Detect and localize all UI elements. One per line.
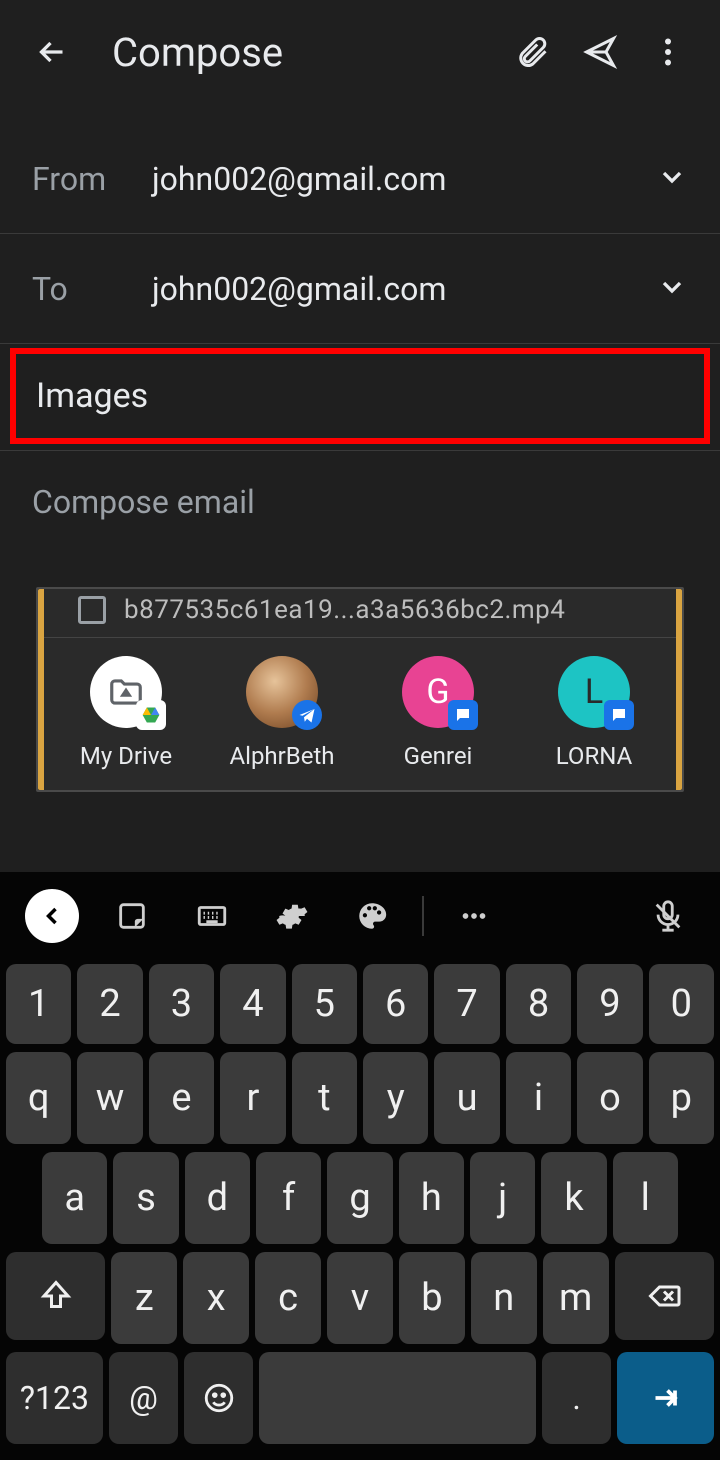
to-label: To xyxy=(32,270,112,308)
key-c[interactable]: c xyxy=(255,1252,321,1344)
attachment-checkbox[interactable] xyxy=(78,596,106,624)
key-j[interactable]: j xyxy=(470,1152,535,1244)
share-target[interactable]: AlphrBeth xyxy=(212,656,352,770)
from-field[interactable]: From john002@gmail.com xyxy=(0,124,720,234)
from-label: From xyxy=(32,160,112,198)
key-w[interactable]: w xyxy=(77,1052,142,1144)
space-key[interactable] xyxy=(259,1352,536,1444)
share-target[interactable]: LLORNA xyxy=(524,656,664,770)
divider xyxy=(422,896,424,936)
period-key[interactable]: . xyxy=(542,1352,611,1444)
enter-key[interactable] xyxy=(617,1352,714,1444)
at-key[interactable]: @ xyxy=(109,1352,178,1444)
key-6[interactable]: 6 xyxy=(363,964,428,1044)
key-m[interactable]: m xyxy=(543,1252,609,1344)
email-body-input[interactable]: Compose email xyxy=(0,451,720,553)
back-button[interactable] xyxy=(28,28,76,76)
chevron-down-icon xyxy=(656,161,688,197)
key-b[interactable]: b xyxy=(399,1252,465,1344)
key-h[interactable]: h xyxy=(399,1152,464,1244)
attachment-preview: b877535c61ea19...a3a5636bc2.mp4 My Drive… xyxy=(36,587,684,792)
to-field[interactable]: To john002@gmail.com xyxy=(0,234,720,344)
backspace-key[interactable] xyxy=(615,1252,714,1340)
key-o[interactable]: o xyxy=(577,1052,642,1144)
key-s[interactable]: s xyxy=(113,1152,178,1244)
key-z[interactable]: z xyxy=(111,1252,177,1344)
compose-topbar: Compose xyxy=(0,0,720,104)
overflow-menu-button[interactable] xyxy=(644,28,692,76)
key-5[interactable]: 5 xyxy=(292,964,357,1044)
subject-field[interactable]: Images xyxy=(10,348,710,444)
mic-off-icon[interactable] xyxy=(632,880,704,952)
share-target-label: Genrei xyxy=(404,742,473,770)
key-k[interactable]: k xyxy=(541,1152,606,1244)
more-icon[interactable] xyxy=(438,880,510,952)
attachment-filename: b877535c61ea19...a3a5636bc2.mp4 xyxy=(124,595,565,625)
key-a[interactable]: a xyxy=(42,1152,107,1244)
shift-key[interactable] xyxy=(6,1252,105,1340)
key-8[interactable]: 8 xyxy=(506,964,571,1044)
key-u[interactable]: u xyxy=(434,1052,499,1144)
to-value: john002@gmail.com xyxy=(152,270,656,308)
gear-icon[interactable] xyxy=(256,880,328,952)
key-g[interactable]: g xyxy=(327,1152,392,1244)
symbols-key[interactable]: ?123 xyxy=(6,1352,103,1444)
share-target-label: AlphrBeth xyxy=(229,742,334,770)
key-0[interactable]: 0 xyxy=(649,964,714,1044)
keyboard-icon[interactable] xyxy=(176,880,248,952)
key-f[interactable]: f xyxy=(256,1152,321,1244)
share-target-label: My Drive xyxy=(80,742,172,770)
key-1[interactable]: 1 xyxy=(6,964,71,1044)
key-y[interactable]: y xyxy=(363,1052,428,1144)
subject-value: Images xyxy=(36,376,148,416)
palette-icon[interactable] xyxy=(336,880,408,952)
on-screen-keyboard: 1234567890 qwertyuiop asdfghjkl zxcvbnm … xyxy=(0,872,720,1460)
page-title: Compose xyxy=(112,29,488,76)
key-3[interactable]: 3 xyxy=(149,964,214,1044)
key-v[interactable]: v xyxy=(327,1252,393,1344)
from-value: john002@gmail.com xyxy=(152,160,656,198)
key-e[interactable]: e xyxy=(149,1052,214,1144)
key-n[interactable]: n xyxy=(471,1252,537,1344)
key-9[interactable]: 9 xyxy=(577,964,642,1044)
key-i[interactable]: i xyxy=(506,1052,571,1144)
chevron-down-icon xyxy=(656,271,688,307)
attach-button[interactable] xyxy=(508,28,556,76)
key-q[interactable]: q xyxy=(6,1052,71,1144)
key-r[interactable]: r xyxy=(220,1052,285,1144)
attachment-header: b877535c61ea19...a3a5636bc2.mp4 xyxy=(38,589,682,638)
send-button[interactable] xyxy=(576,28,624,76)
key-2[interactable]: 2 xyxy=(77,964,142,1044)
emoji-key[interactable] xyxy=(184,1352,253,1444)
keyboard-toolbar xyxy=(0,872,720,960)
key-l[interactable]: l xyxy=(613,1152,678,1244)
share-target[interactable]: My Drive xyxy=(56,656,196,770)
key-p[interactable]: p xyxy=(649,1052,714,1144)
share-target-label: LORNA xyxy=(556,742,632,770)
key-4[interactable]: 4 xyxy=(220,964,285,1044)
share-target[interactable]: GGenrei xyxy=(368,656,508,770)
sticker-icon[interactable] xyxy=(96,880,168,952)
key-7[interactable]: 7 xyxy=(434,964,499,1044)
key-t[interactable]: t xyxy=(292,1052,357,1144)
keyboard-collapse-button[interactable] xyxy=(16,880,88,952)
key-d[interactable]: d xyxy=(185,1152,250,1244)
key-x[interactable]: x xyxy=(183,1252,249,1344)
